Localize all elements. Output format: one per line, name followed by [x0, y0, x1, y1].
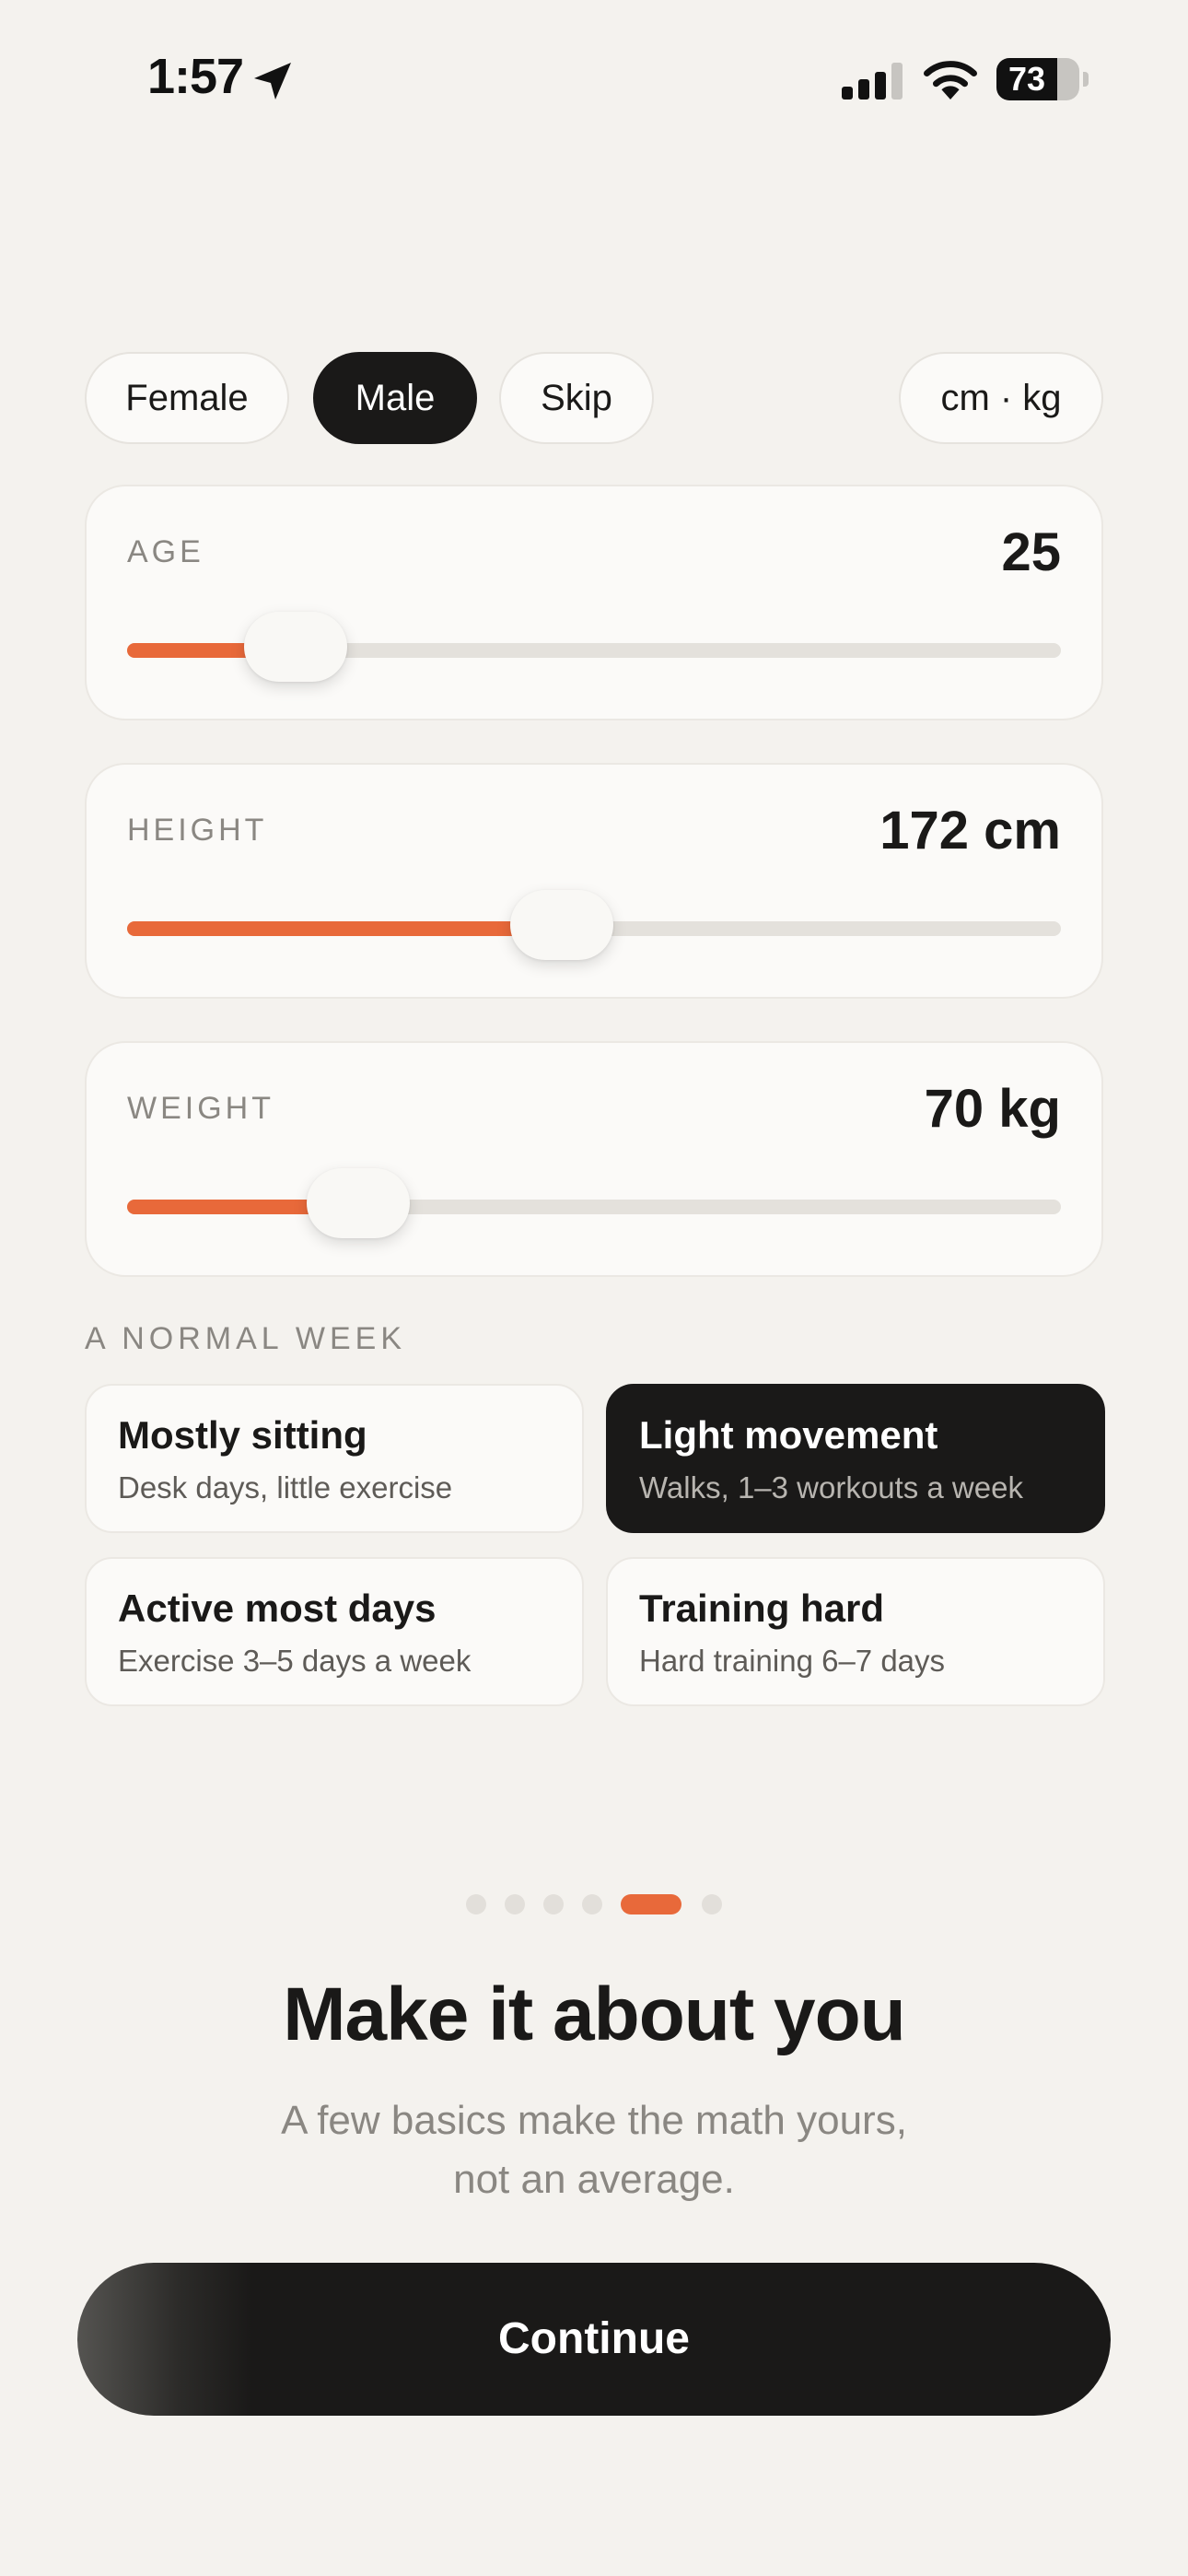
- age-value: 25: [1001, 522, 1061, 582]
- activity-option-title: Mostly sitting: [118, 1413, 367, 1457]
- weight-value: 70 kg: [924, 1079, 1061, 1139]
- activity-option-light-movement[interactable]: Light movement Walks, 1–3 workouts a wee…: [606, 1384, 1105, 1533]
- status-time: 1:57: [147, 49, 244, 104]
- activity-option-subtitle: Walks, 1–3 workouts a week: [639, 1470, 1023, 1505]
- height-label: HEIGHT: [127, 813, 268, 848]
- gender-male-button[interactable]: Male: [313, 352, 477, 444]
- activity-option-training-hard[interactable]: Training hard Hard training 6–7 days: [606, 1557, 1105, 1706]
- activity-option-subtitle: Hard training 6–7 days: [639, 1644, 946, 1678]
- wifi-icon: [924, 61, 977, 100]
- weight-label: WEIGHT: [127, 1091, 274, 1126]
- weight-slider-thumb[interactable]: [307, 1168, 411, 1238]
- page-subtitle-line: A few basics make the math yours,: [281, 2098, 907, 2143]
- page-subtitle: A few basics make the math yours, not an…: [226, 2091, 962, 2209]
- activity-option-title: Active most days: [118, 1587, 437, 1630]
- activity-option-subtitle: Exercise 3–5 days a week: [118, 1644, 472, 1678]
- height-value: 172 cm: [879, 801, 1061, 861]
- age-slider-thumb[interactable]: [243, 612, 347, 682]
- normal-week-heading: A NORMAL WEEK: [85, 1321, 407, 1356]
- page-title: Make it about you: [283, 1973, 906, 2056]
- height-slider-thumb[interactable]: [509, 890, 613, 960]
- page-dot: [505, 1894, 525, 1914]
- location-arrow-icon: [254, 63, 291, 100]
- activity-option-title: Light movement: [639, 1413, 938, 1457]
- gender-skip-button[interactable]: Skip: [499, 352, 654, 444]
- activity-option-active-most-days[interactable]: Active most days Exercise 3–5 days a wee…: [85, 1557, 584, 1706]
- height-card: HEIGHT 172 cm: [85, 763, 1103, 999]
- weight-slider[interactable]: [127, 1168, 1061, 1238]
- units-toggle-button[interactable]: cm · kg: [899, 352, 1103, 444]
- weight-card: WEIGHT 70 kg: [85, 1041, 1103, 1277]
- page-dot: [466, 1894, 486, 1914]
- battery-icon: 73: [996, 58, 1079, 100]
- gender-female-button[interactable]: Female: [85, 352, 289, 444]
- page-dot: [582, 1894, 602, 1914]
- page-subtitle-line: not an average.: [453, 2157, 735, 2202]
- activity-option-mostly-sitting[interactable]: Mostly sitting Desk days, little exercis…: [85, 1384, 584, 1533]
- height-slider[interactable]: [127, 890, 1061, 960]
- activity-option-subtitle: Desk days, little exercise: [118, 1470, 453, 1505]
- activity-option-title: Training hard: [639, 1587, 885, 1630]
- height-slider-fill: [127, 921, 562, 936]
- age-card: AGE 25: [85, 485, 1103, 720]
- battery-percentage: 73: [1007, 60, 1046, 98]
- battery-cap: [1083, 72, 1089, 87]
- page-dot: [621, 1894, 681, 1914]
- age-label: AGE: [127, 534, 204, 569]
- cellular-signal-icon: [842, 63, 903, 100]
- page-dot: [702, 1894, 722, 1914]
- continue-button[interactable]: Continue: [77, 2263, 1111, 2416]
- age-slider[interactable]: [127, 612, 1061, 682]
- page-dot: [543, 1894, 564, 1914]
- page-indicator: [0, 1894, 1188, 1914]
